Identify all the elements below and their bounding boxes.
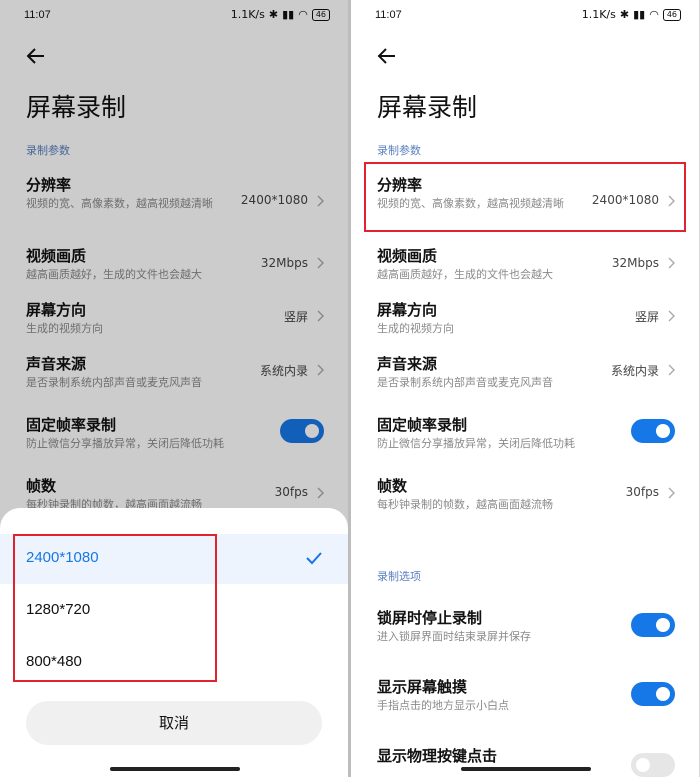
wifi-icon: ◠	[649, 8, 659, 21]
cancel-button[interactable]: 取消	[26, 701, 322, 745]
chevron-right-icon	[668, 310, 675, 322]
phone-right: 11:07 1.1K/s ✱ ▮▮ ◠ 46 屏幕录制 录制参数 分辨率 视频的…	[351, 0, 699, 777]
highlight-box-resolution	[364, 162, 686, 232]
screenshot-compare: 11:07 1.1K/s ✱ ▮▮ ◠ 46 屏幕录制 录制参数 分辨率 视频的…	[0, 0, 700, 777]
battery-icon: 46	[662, 8, 681, 21]
signal-icon: ▮▮	[633, 8, 646, 21]
chevron-right-icon	[668, 487, 675, 499]
network-speed: 1.1K/s	[581, 8, 616, 21]
chevron-right-icon	[668, 257, 675, 269]
phone-left: 11:07 1.1K/s ✱ ▮▮ ◠ 46 屏幕录制 录制参数 分辨率 视频的…	[0, 0, 348, 777]
lock-stop-toggle[interactable]	[631, 613, 675, 637]
status-bar: 11:07 1.1K/s ✱ ▮▮ ◠ 46	[351, 0, 699, 32]
arrow-left-icon[interactable]	[375, 44, 399, 68]
home-indicator	[461, 767, 591, 771]
home-indicator	[110, 767, 240, 771]
status-time: 11:07	[375, 9, 402, 21]
fixed-fps-toggle[interactable]	[631, 419, 675, 443]
section-options: 录制选项	[377, 570, 421, 583]
section-params: 录制参数	[377, 144, 421, 157]
chevron-right-icon	[668, 364, 675, 376]
page-title: 屏幕录制	[377, 93, 478, 122]
checkmark-icon	[306, 552, 322, 565]
show-keys-toggle[interactable]	[631, 753, 675, 777]
show-touch-toggle[interactable]	[631, 682, 675, 706]
highlight-box-options	[13, 534, 217, 682]
bluetooth-icon: ✱	[619, 8, 630, 21]
